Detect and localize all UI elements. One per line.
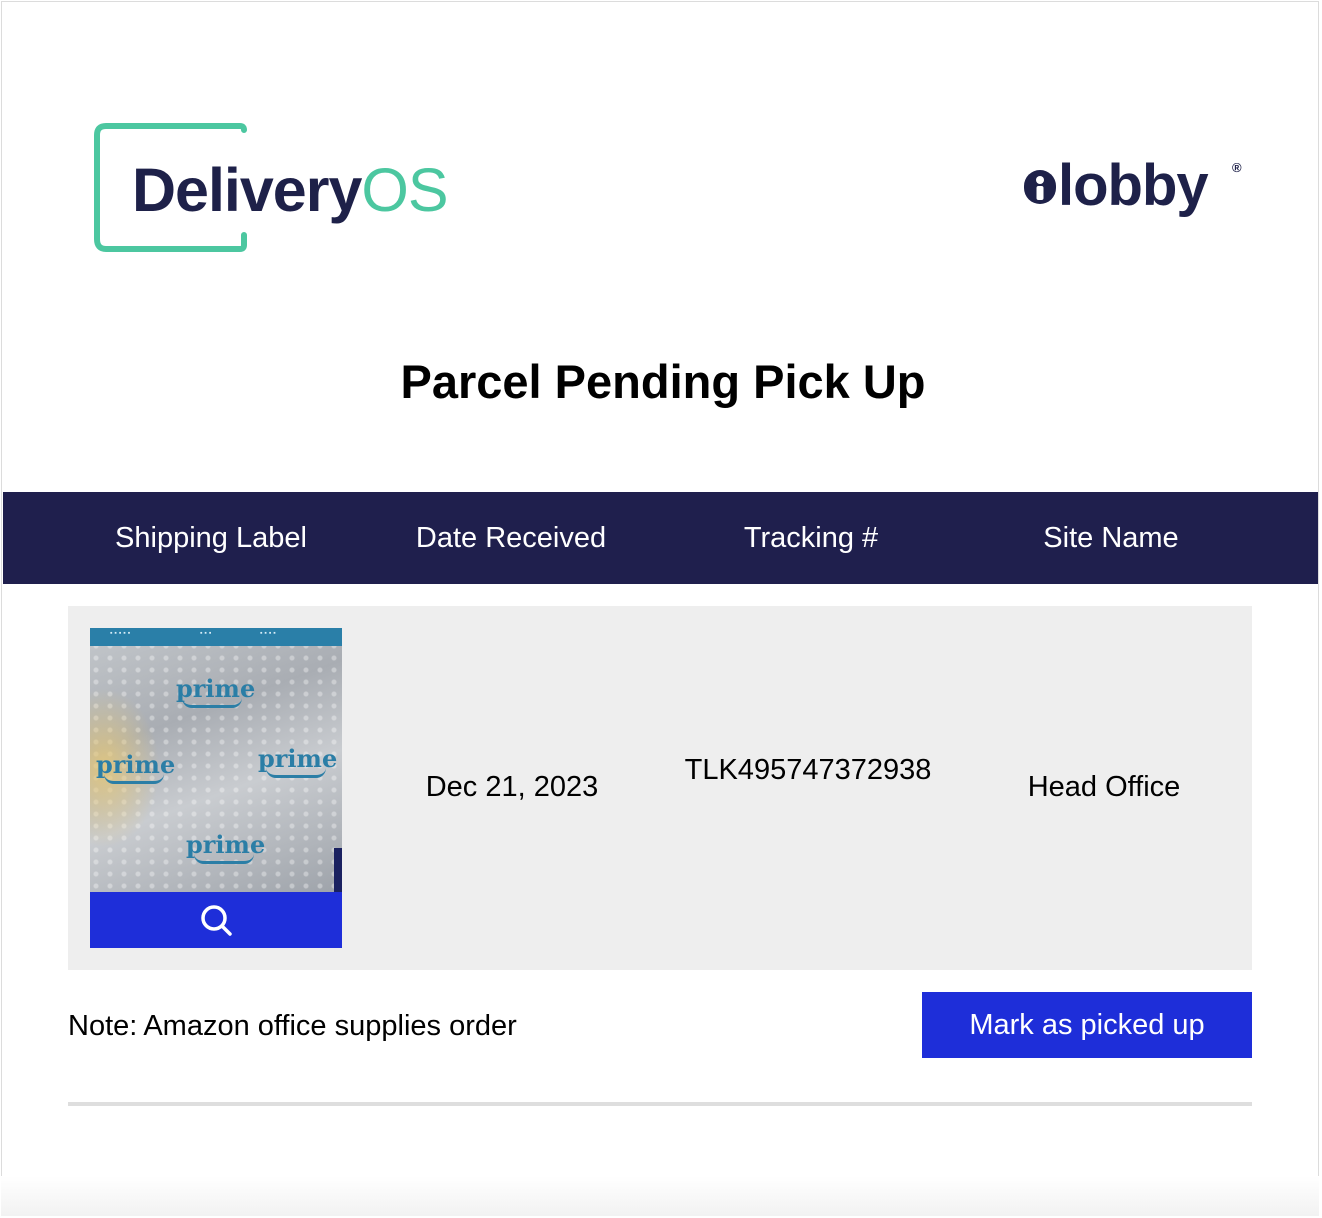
note-text: Amazon office supplies order bbox=[143, 1010, 517, 1042]
ilobby-wordmark: lobby bbox=[1058, 153, 1209, 218]
lock-i-logo-icon bbox=[1024, 170, 1056, 204]
divider bbox=[68, 1102, 1252, 1106]
amazon-prime-mailer-photo: ▪ ▪ ▪ ▪ ▪ ▪ ▪ ▪ ▪ ▪ ▪ ▪ prime prime prim… bbox=[90, 628, 342, 892]
registered-mark: ® bbox=[1232, 160, 1242, 175]
shipping-label-thumbnail[interactable]: ▪ ▪ ▪ ▪ ▪ ▪ ▪ ▪ ▪ ▪ ▪ ▪ prime prime prim… bbox=[90, 628, 342, 948]
parcel-note: Note: Amazon office supplies order bbox=[68, 1010, 517, 1043]
mailer-top-band: ▪ ▪ ▪ ▪ ▪ ▪ ▪ ▪ ▪ ▪ ▪ ▪ bbox=[90, 628, 342, 646]
column-header-site-name: Site Name bbox=[1043, 522, 1179, 554]
column-header-tracking: Tracking # bbox=[743, 522, 879, 554]
tracking-number-value: TLK495747372938 bbox=[684, 754, 932, 786]
date-received-value: Dec 21, 2023 bbox=[425, 771, 599, 803]
column-header-date-received: Date Received bbox=[415, 522, 607, 554]
page-title: Parcel Pending Pick Up bbox=[400, 355, 926, 408]
deliveryos-wordmark-part1: Delivery bbox=[132, 156, 362, 224]
ilobby-logo: lobby ® bbox=[1022, 152, 1257, 222]
deliveryos-wordmark-part2: OS bbox=[361, 156, 448, 224]
search-icon bbox=[201, 905, 232, 936]
deliveryos-logo: DeliveryOS bbox=[94, 123, 474, 253]
zoom-bar[interactable] bbox=[90, 892, 342, 948]
footer-shade bbox=[1, 1176, 1319, 1216]
table-header: Shipping Label Date Received Tracking # … bbox=[3, 492, 1318, 584]
deliveryos-wordmark: DeliveryOS bbox=[132, 155, 449, 225]
column-header-shipping-label: Shipping Label bbox=[115, 522, 307, 554]
note-label: Note: bbox=[68, 1010, 138, 1042]
table-row: ▪ ▪ ▪ ▪ ▪ ▪ ▪ ▪ ▪ ▪ ▪ ▪ prime prime prim… bbox=[68, 606, 1252, 970]
site-name-value: Head Office bbox=[1027, 771, 1181, 803]
mark-as-picked-up-button[interactable]: Mark as picked up bbox=[922, 992, 1252, 1058]
